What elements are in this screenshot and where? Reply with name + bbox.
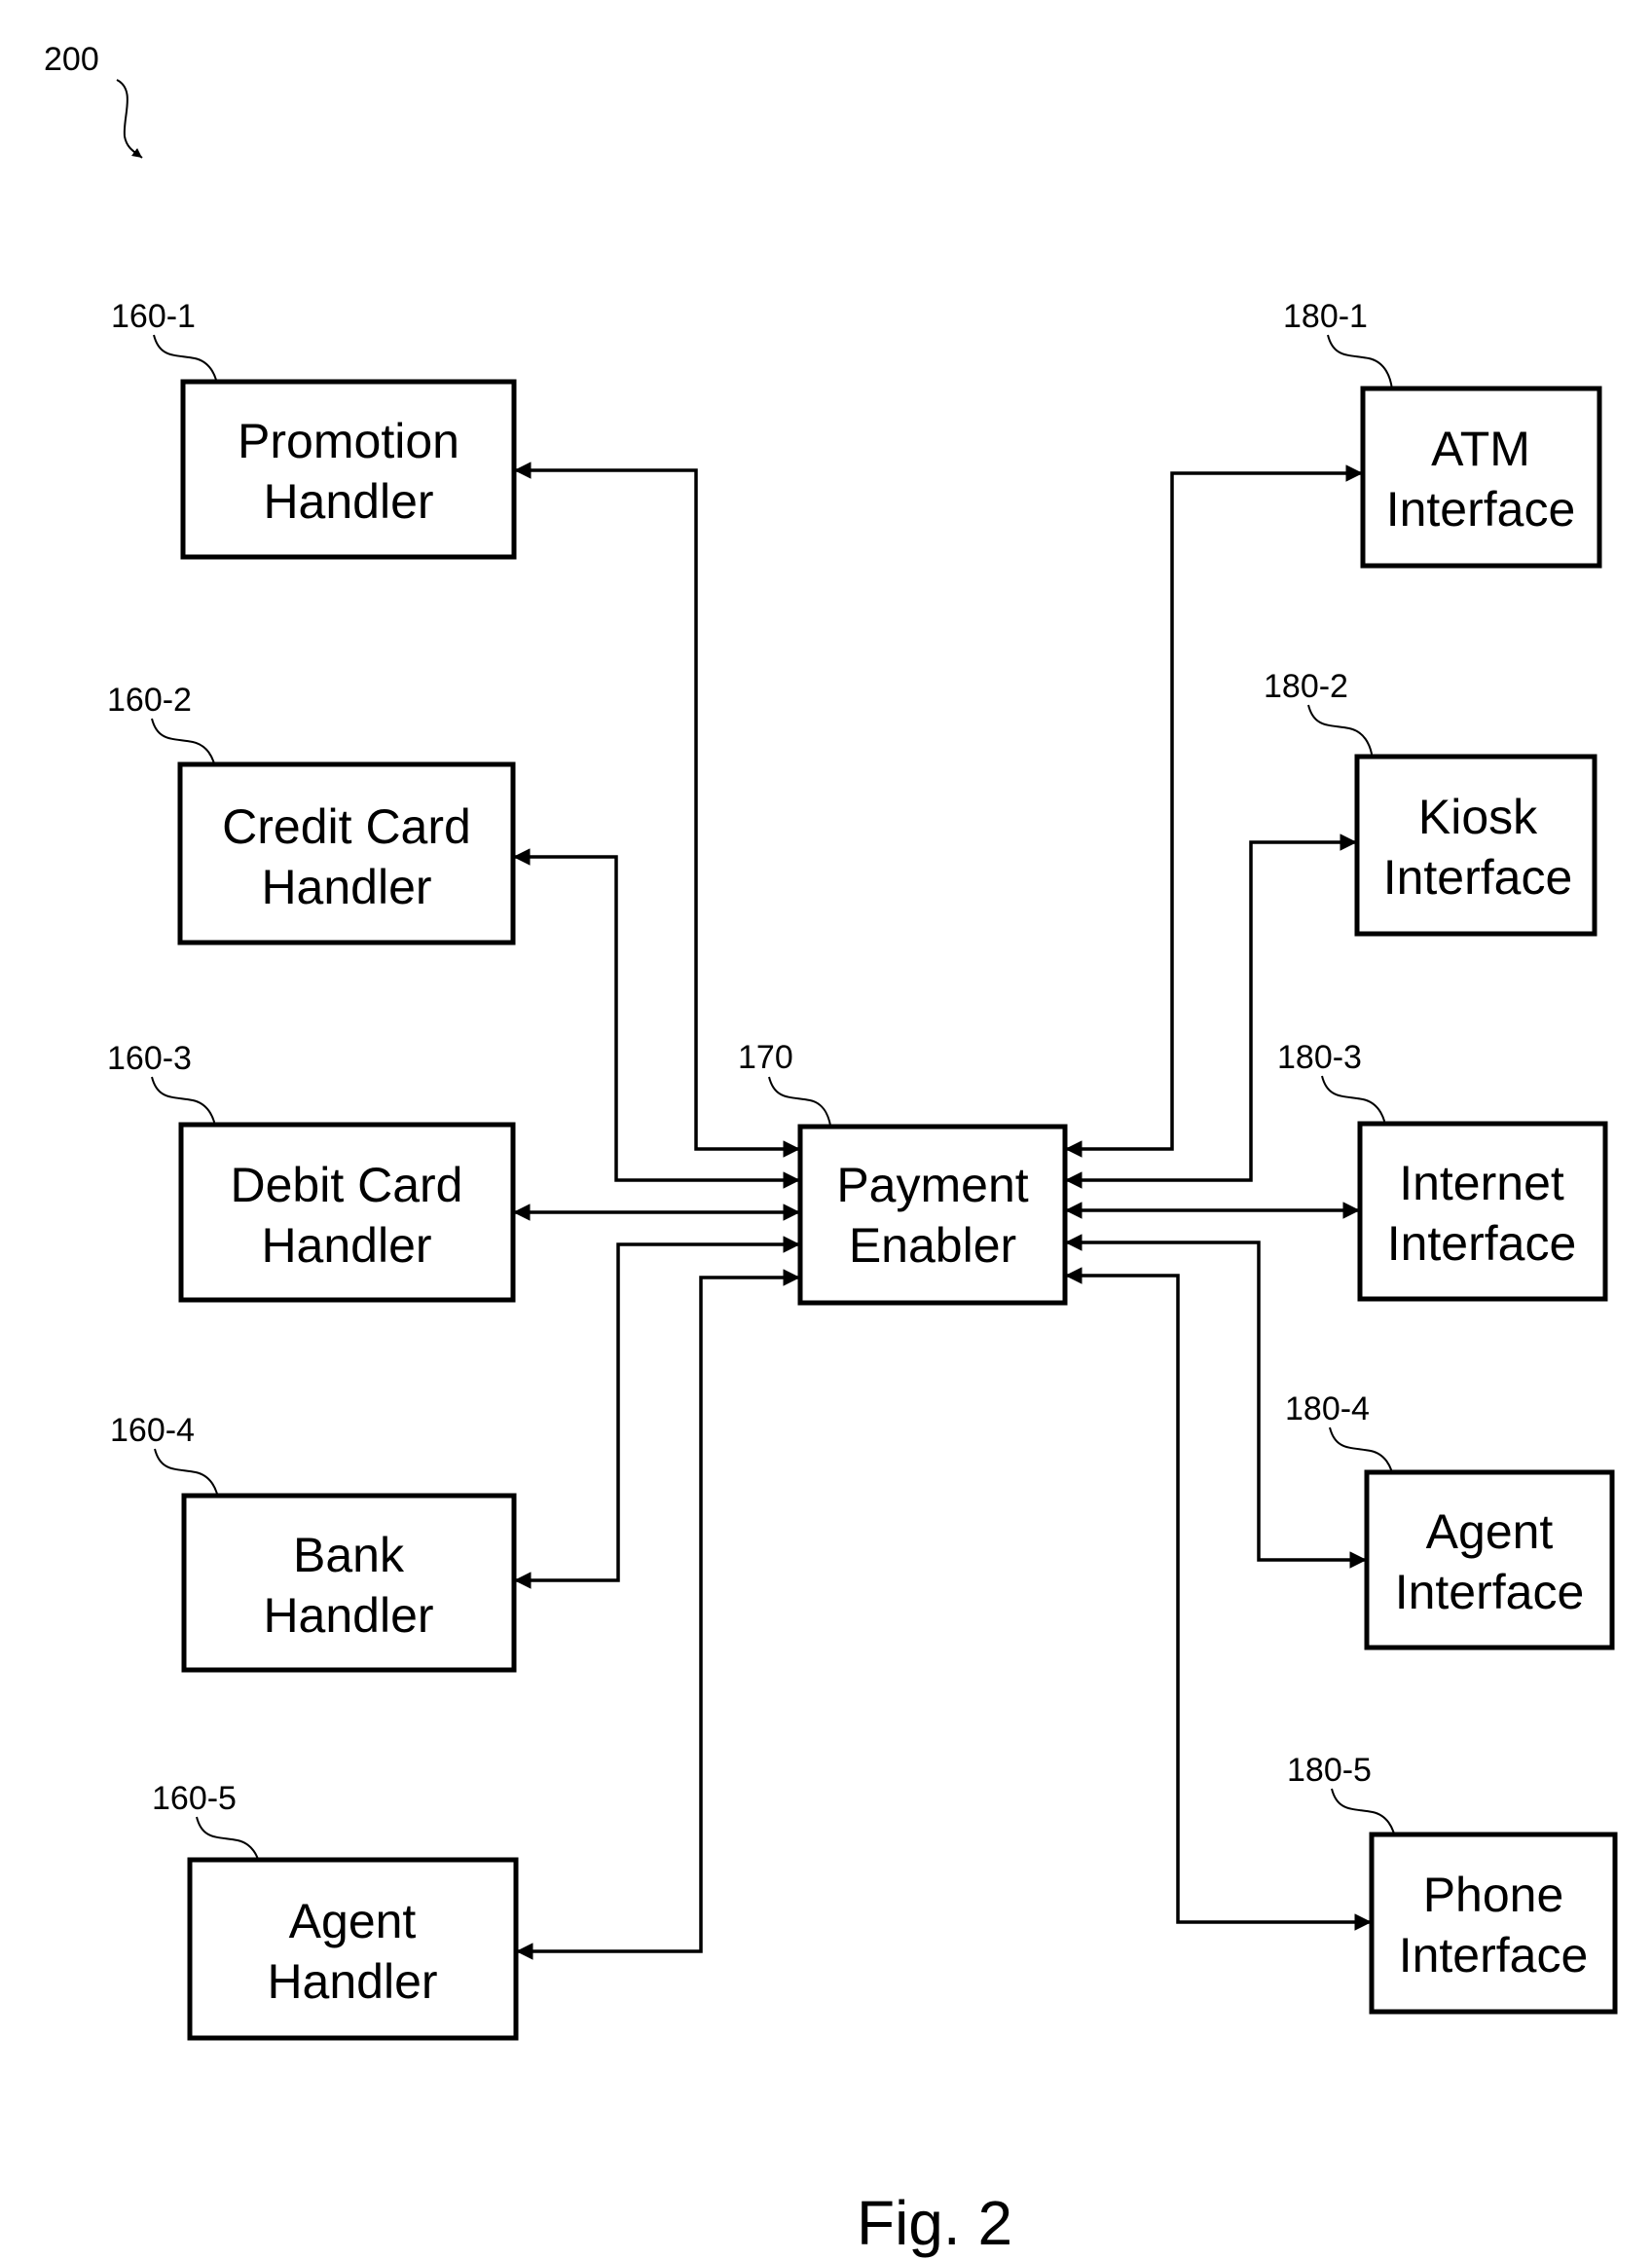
debit-card-handler-box: [178, 1122, 516, 1303]
bank-handler-label-line1: Bank: [293, 1528, 405, 1582]
internet-interface-block: 180-3 Internet Interface: [1277, 1039, 1608, 1302]
credit-card-handler-label-line1: Credit Card: [222, 799, 471, 854]
agent-interface-ref: 180-4: [1285, 1390, 1370, 1427]
bank-handler-label-line2: Handler: [263, 1588, 433, 1643]
kiosk-interface-block: 180-2 Kiosk Interface: [1264, 668, 1597, 937]
agent-handler-label-line1: Agent: [289, 1894, 417, 1948]
debit-card-handler-label-line1: Debit Card: [231, 1158, 463, 1212]
payment-enabler-ref: 170: [738, 1039, 793, 1076]
phone-interface-label-line1: Phone: [1423, 1868, 1564, 1922]
bank-handler-box: [181, 1493, 517, 1673]
figure-ref-leader: [116, 79, 143, 159]
phone-interface-box: [1369, 1832, 1618, 2015]
promotion-handler-box: [180, 379, 517, 560]
agent-interface-box: [1364, 1469, 1615, 1650]
payment-enabler-box: [797, 1124, 1068, 1306]
atm-interface-box: [1360, 386, 1602, 569]
debit-card-handler-block: 160-3 Debit Card Handler: [107, 1040, 516, 1303]
phone-interface-block: 180-5 Phone Interface: [1287, 1752, 1618, 2015]
credit-card-handler-ref: 160-2: [107, 682, 192, 719]
bank-handler-ref: 160-4: [110, 1412, 195, 1449]
internet-interface-ref: 180-3: [1277, 1039, 1362, 1076]
phone-interface-label-line2: Interface: [1399, 1928, 1589, 1982]
atm-interface-block: 180-1 ATM Interface: [1283, 298, 1602, 569]
agent-interface-label-line1: Agent: [1426, 1504, 1554, 1559]
atm-interface-ref: 180-1: [1283, 298, 1368, 335]
bank-handler-block: 160-4 Bank Handler: [110, 1412, 517, 1673]
figure-caption: Fig. 2: [857, 2188, 1012, 2258]
kiosk-interface-label-line2: Interface: [1383, 850, 1573, 905]
kiosk-interface-ref: 180-2: [1264, 668, 1348, 705]
connector-credit-card: [513, 848, 800, 1189]
promotion-handler-label-line1: Promotion: [238, 414, 459, 468]
debit-card-handler-label-line2: Handler: [261, 1218, 431, 1273]
promotion-handler-ref: 160-1: [111, 298, 196, 335]
block-diagram: 200 170 Payment Enabler 160-1 Promotion …: [44, 41, 1618, 2258]
payment-enabler-label-line2: Enabler: [849, 1218, 1016, 1273]
credit-card-handler-label-line2: Handler: [261, 860, 431, 914]
atm-interface-label-line2: Interface: [1386, 482, 1576, 537]
connector-bank: [514, 1236, 800, 1589]
phone-interface-ref: 180-5: [1287, 1752, 1372, 1789]
kiosk-interface-label-line1: Kiosk: [1418, 790, 1538, 844]
promotion-handler-label-line2: Handler: [263, 474, 433, 529]
agent-handler-box: [187, 1857, 519, 2041]
internet-interface-label-line2: Interface: [1387, 1216, 1577, 1271]
figure-ref-label: 200: [44, 41, 99, 78]
debit-card-handler-ref: 160-3: [107, 1040, 192, 1077]
promotion-handler-block: 160-1 Promotion Handler: [111, 298, 517, 560]
internet-interface-box: [1357, 1121, 1608, 1302]
agent-interface-block: 180-4 Agent Interface: [1285, 1390, 1615, 1650]
payment-enabler-block: 170 Payment Enabler: [738, 1039, 1068, 1306]
agent-handler-block: 160-5 Agent Handler: [152, 1780, 519, 2041]
atm-interface-label-line1: ATM: [1431, 422, 1530, 476]
payment-enabler-leader: [768, 1076, 832, 1132]
connector-agent-handler: [516, 1269, 800, 1960]
agent-handler-ref: 160-5: [152, 1780, 237, 1817]
kiosk-interface-box: [1354, 754, 1597, 937]
atm-interface-leader: [1327, 334, 1393, 390]
credit-card-handler-block: 160-2 Credit Card Handler: [107, 682, 516, 945]
agent-interface-label-line2: Interface: [1395, 1565, 1585, 1619]
payment-enabler-label-line1: Payment: [836, 1158, 1028, 1212]
internet-interface-label-line1: Internet: [1399, 1156, 1564, 1210]
connector-phone: [1065, 1267, 1372, 1931]
agent-handler-label-line2: Handler: [267, 1954, 437, 2009]
kiosk-interface-leader: [1307, 704, 1374, 760]
connector-kiosk: [1065, 834, 1357, 1189]
